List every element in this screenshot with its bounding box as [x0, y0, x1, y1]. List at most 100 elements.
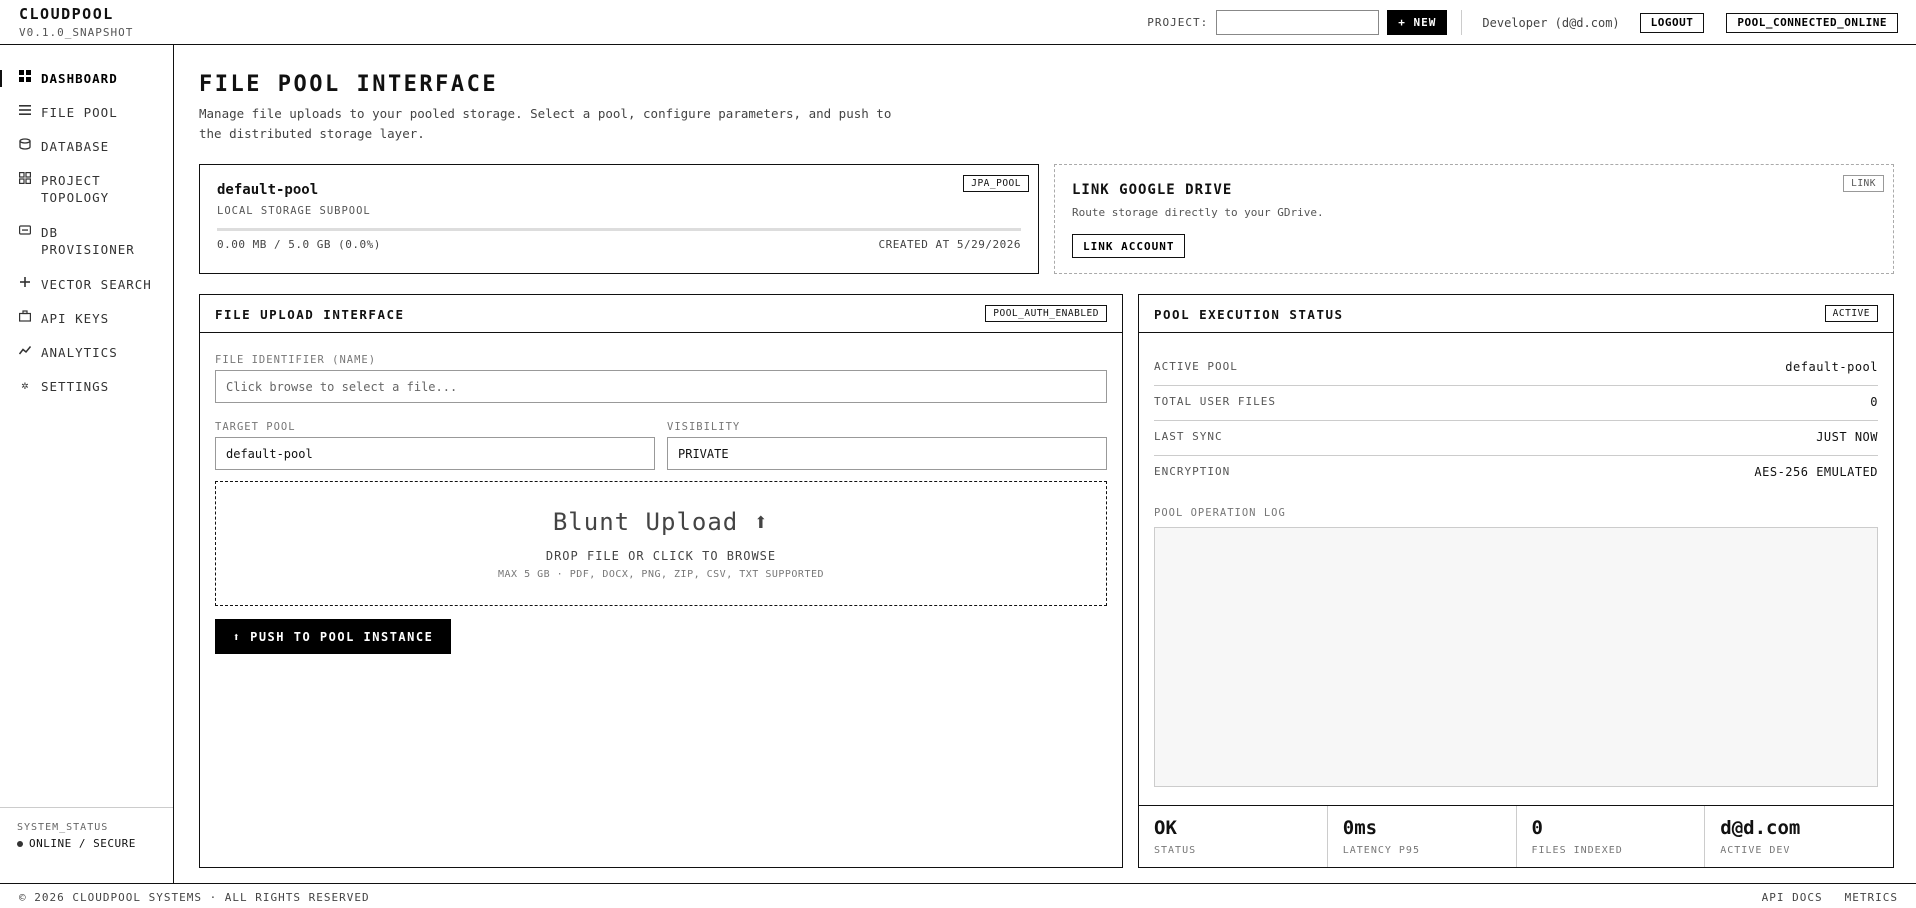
metric-status: OK STATUS	[1139, 806, 1328, 867]
status-value: 0	[1870, 395, 1878, 409]
metric-label: LATENCY P95	[1342, 845, 1420, 856]
status-row: ENCRYPTION AES-256 EMULATED	[1154, 456, 1878, 491]
status-value: AES-256 EMULATED	[1754, 465, 1878, 479]
file-upload-panel: FILE UPLOAD INTERFACE POOL_AUTH_ENABLED …	[199, 294, 1123, 868]
metric-value: 0	[1531, 817, 1543, 839]
metric-label: FILES INDEXED	[1531, 845, 1623, 856]
system-status: SYSTEM_STATUS ONLINE / SECURE	[0, 807, 173, 850]
metric-value: OK	[1154, 817, 1177, 839]
status-key: ENCRYPTION	[1154, 465, 1231, 478]
file-identifier-label: FILE IDENTIFIER (NAME)	[215, 354, 377, 366]
sidebar-item-api-keys[interactable]: API KEYS	[0, 310, 173, 327]
file-drop-zone[interactable]: Blunt Upload ⬆ DROP FILE OR CLICK TO BRO…	[215, 481, 1107, 606]
gdrive-card: LINK GOOGLE DRIVE Route storage directly…	[1054, 164, 1894, 274]
pool-created-date: CREATED AT 5/29/2026	[878, 238, 1021, 251]
pool-card[interactable]: default-pool LOCAL STORAGE SUBPOOL JPA_P…	[199, 164, 1039, 274]
briefcase-icon	[19, 310, 32, 324]
sidebar-item-dashboard[interactable]: DASHBOARD	[0, 70, 173, 87]
status-key: TOTAL USER FILES	[1154, 395, 1276, 408]
connection-status-badge[interactable]: POOL_CONNECTED_ONLINE	[1726, 12, 1898, 33]
link-account-button[interactable]: LINK ACCOUNT	[1072, 234, 1186, 258]
status-key: ACTIVE POOL	[1154, 360, 1238, 373]
status-value: JUST NOW	[1816, 430, 1878, 444]
status-value: default-pool	[1785, 360, 1878, 374]
sidebar-item-analytics[interactable]: ANALYTICS	[0, 344, 173, 361]
metrics-link[interactable]: METRICS	[1845, 891, 1898, 904]
drop-zone-title: Blunt Upload ⬆	[552, 508, 770, 536]
status-row: LAST SYNC JUST NOW	[1154, 421, 1878, 456]
metric-label: ACTIVE DEV	[1720, 845, 1791, 856]
target-pool-label: TARGET POOL	[215, 421, 296, 433]
database-icon	[19, 138, 31, 152]
system-status-value: ONLINE / SECURE	[17, 837, 173, 850]
push-to-pool-button[interactable]: ⬆ PUSH TO POOL INSTANCE	[215, 619, 451, 654]
sidebar-item-label: VECTOR SEARCH	[41, 277, 152, 292]
metric-active-dev: d@d.com ACTIVE DEV	[1705, 806, 1893, 867]
top-header: CLOUDPOOL V0.1.0_SNAPSHOT PROJECT: + NEW…	[0, 0, 1916, 45]
file-identifier-input[interactable]	[215, 370, 1107, 403]
panel-header: POOL EXECUTION STATUS ACTIVE	[1139, 295, 1893, 333]
visibility-select[interactable]	[667, 437, 1107, 470]
sidebar-item-database[interactable]: DATABASE	[0, 138, 173, 155]
header-divider	[1461, 10, 1463, 35]
pool-status-panel: POOL EXECUTION STATUS ACTIVE ACTIVE POOL…	[1138, 294, 1894, 868]
pool-usage-bar	[217, 228, 1021, 231]
gdrive-description: Route storage directly to your GDrive.	[1072, 206, 1324, 219]
metric-value: d@d.com	[1720, 817, 1801, 839]
gear-icon: ✲	[21, 378, 29, 392]
target-pool-select[interactable]	[215, 437, 655, 470]
page-description: Manage file uploads to your pooled stora…	[199, 106, 892, 141]
api-docs-link[interactable]: API DOCS	[1762, 891, 1823, 904]
sidebar-item-label: ANALYTICS	[41, 345, 118, 360]
panel-title: FILE UPLOAD INTERFACE	[215, 307, 405, 322]
sidebar-item-label: DB PROVISIONER	[41, 225, 135, 257]
metrics-bar: OK STATUS 0ms LATENCY P95 0 FILES INDEXE…	[1139, 805, 1893, 867]
project-label: PROJECT:	[1147, 16, 1209, 29]
metric-latency: 0ms LATENCY P95	[1328, 806, 1517, 867]
trend-icon	[18, 344, 32, 358]
server-icon	[19, 224, 32, 238]
pool-subtitle: LOCAL STORAGE SUBPOOL	[217, 205, 371, 217]
drop-zone-hint: MAX 5 GB · PDF, DOCX, PNG, ZIP, CSV, TXT…	[497, 569, 825, 580]
app-version: V0.1.0_SNAPSHOT	[19, 26, 134, 39]
sidebar-item-file-pool[interactable]: FILE POOL	[0, 104, 173, 121]
copyright: © 2026 CLOUDPOOL SYSTEMS · ALL RIGHTS RE…	[19, 891, 370, 904]
list-icon	[19, 104, 31, 118]
auth-badge: POOL_AUTH_ENABLED	[985, 305, 1107, 322]
new-project-button[interactable]: + NEW	[1387, 10, 1448, 35]
sidebar-item-label: PROJECT TOPOLOGY	[41, 173, 110, 205]
status-row: ACTIVE POOL default-pool	[1154, 351, 1878, 386]
sidebar-item-label: DASHBOARD	[41, 71, 118, 86]
status-dot-icon	[17, 841, 23, 847]
status-row: TOTAL USER FILES 0	[1154, 386, 1878, 421]
sidebar-item-project-topology[interactable]: PROJECT TOPOLOGY	[0, 172, 173, 206]
brand[interactable]: CLOUDPOOL V0.1.0_SNAPSHOT	[19, 5, 133, 39]
footer-links: API DOCS METRICS	[1740, 891, 1898, 904]
visibility-label: VISIBILITY	[667, 421, 741, 433]
metric-value: 0ms	[1342, 817, 1378, 839]
pool-name: default-pool	[217, 182, 319, 198]
sidebar-item-vector-search[interactable]: VECTOR SEARCH	[0, 276, 173, 293]
pool-usage-text: 0.00 MB / 5.0 GB (0.0%)	[217, 238, 381, 251]
operation-log-label: POOL OPERATION LOG	[1154, 507, 1286, 519]
gdrive-title: LINK GOOGLE DRIVE	[1072, 182, 1233, 198]
page-title: FILE POOL INTERFACE	[199, 72, 499, 97]
operation-log[interactable]	[1154, 527, 1878, 787]
topology-icon	[19, 172, 32, 186]
sidebar-item-label: SETTINGS	[41, 379, 110, 394]
drop-zone-instructions: DROP FILE OR CLICK TO BROWSE	[545, 549, 777, 563]
link-badge: LINK	[1843, 175, 1884, 192]
sidebar-item-label: API KEYS	[41, 311, 110, 326]
logout-button[interactable]: LOGOUT	[1639, 12, 1705, 33]
plus-icon	[19, 276, 31, 290]
project-input[interactable]	[1216, 10, 1380, 35]
sidebar-item-settings[interactable]: ✲ SETTINGS	[0, 378, 173, 395]
grid-icon	[19, 70, 31, 84]
status-key: LAST SYNC	[1154, 430, 1223, 443]
sidebar-item-db-provisioner[interactable]: DB PROVISIONER	[0, 224, 173, 258]
pool-type-badge: JPA_POOL	[963, 175, 1029, 192]
app-name: CLOUDPOOL	[19, 5, 114, 23]
sidebar-item-label: DATABASE	[41, 139, 110, 154]
sidebar: DASHBOARD FILE POOL DATABASE PROJECT TOP…	[0, 45, 174, 883]
user-name: Developer (d@d.com)	[1482, 15, 1620, 30]
